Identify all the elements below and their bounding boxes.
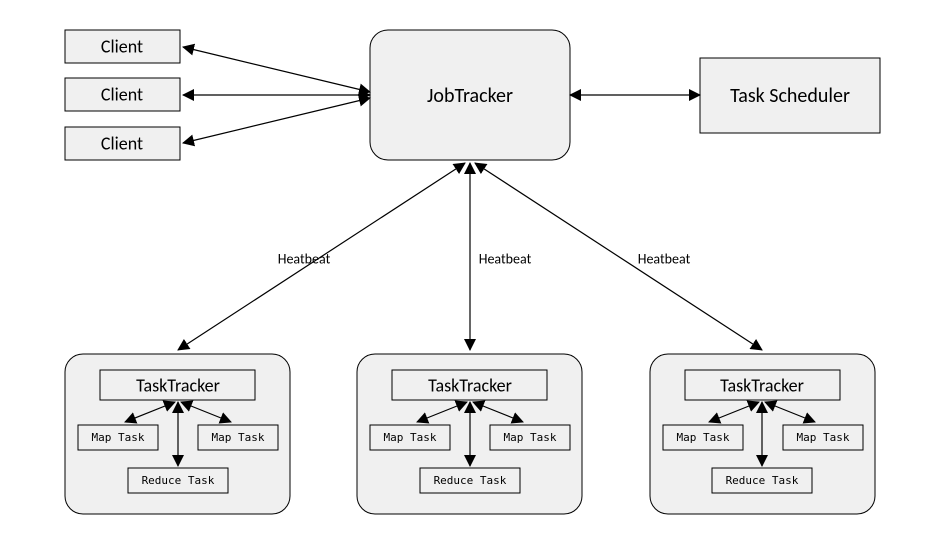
heartbeat-label: Heatbeat (638, 250, 691, 267)
client-box: Client (65, 78, 180, 111)
jobtracker-label: JobTracker (427, 84, 513, 108)
jobtracker-box: JobTracker (370, 30, 570, 160)
connector (183, 98, 370, 143)
task-scheduler-box: Task Scheduler (700, 58, 880, 133)
client-label: Client (101, 35, 143, 57)
client-label: Client (101, 132, 143, 154)
task-scheduler-label: Task Scheduler (730, 84, 850, 108)
heartbeat-label: Heatbeat (479, 250, 532, 267)
task-label: Reduce Task (434, 474, 507, 487)
task-label: Map Task (797, 431, 850, 444)
task-label: Map Task (504, 431, 557, 444)
client-box: Client (65, 127, 180, 160)
tasktracker-label: TaskTracker (428, 374, 512, 396)
task-label: Reduce Task (142, 474, 215, 487)
tasktracker-pod: TaskTracker Map Task Map Task Reduce Tas… (650, 354, 875, 514)
task-label: Map Task (677, 431, 730, 444)
tasktracker-pod: TaskTracker Map Task Map Task Reduce Tas… (357, 354, 582, 514)
tasktracker-label: TaskTracker (720, 374, 804, 396)
task-label: Map Task (212, 431, 265, 444)
task-label: Map Task (384, 431, 437, 444)
task-label: Reduce Task (726, 474, 799, 487)
connector (183, 47, 370, 92)
tasktracker-label: TaskTracker (136, 374, 220, 396)
task-label: Map Task (92, 431, 145, 444)
client-label: Client (101, 83, 143, 105)
client-box: Client (65, 30, 180, 63)
tasktracker-pod: TaskTracker Map Task Map Task Reduce Tas… (65, 354, 290, 514)
heartbeat-label: Heatbeat (278, 250, 331, 267)
